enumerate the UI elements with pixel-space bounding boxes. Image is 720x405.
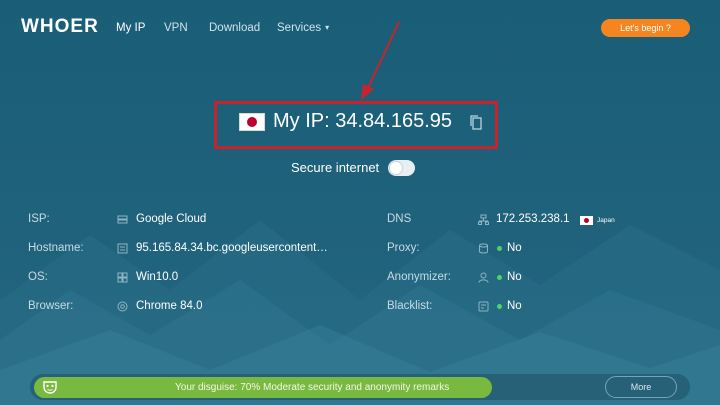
nav-my-ip[interactable]: My IP <box>116 22 145 34</box>
hostname-value: 95.165.84.34.bc.googleusercontent… <box>136 242 328 254</box>
isp-value: Google Cloud <box>136 213 207 225</box>
os-label: OS: <box>28 271 48 283</box>
nav-download[interactable]: Download <box>209 22 260 34</box>
isp-label: ISP: <box>28 213 50 225</box>
my-ip-text: My IP: 34.84.165.95 <box>273 110 453 132</box>
logo[interactable]: WHOER <box>21 16 99 38</box>
nav-services[interactable]: Services ▾ <box>277 22 329 34</box>
dns-value: 172.253.238.1 <box>496 213 570 225</box>
browser-icon <box>117 301 128 312</box>
blacklist-value: No <box>507 300 522 312</box>
japan-flag-icon <box>239 113 265 131</box>
japan-flag-icon <box>580 216 593 225</box>
blacklist-icon <box>478 301 489 312</box>
secure-internet-toggle[interactable] <box>388 160 415 176</box>
nav-services-label: Services <box>277 22 322 34</box>
secure-internet-label: Secure internet <box>291 160 380 175</box>
anonymizer-icon <box>478 272 489 283</box>
mask-icon <box>43 381 57 394</box>
host-icon <box>117 243 128 254</box>
status-dot <box>497 275 502 280</box>
status-dot <box>497 304 502 309</box>
status-dot <box>497 246 502 251</box>
blacklist-label: Blacklist: <box>387 300 433 312</box>
proxy-label: Proxy: <box>387 242 420 254</box>
browser-value: Chrome 84.0 <box>136 300 203 312</box>
anonymizer-value: No <box>507 271 522 283</box>
os-value: Win10.0 <box>136 271 179 283</box>
windows-icon <box>117 272 128 283</box>
chevron-down-icon: ▾ <box>325 23 330 32</box>
lets-begin-button[interactable]: Let's begin ? <box>601 19 690 37</box>
annotation-arrow <box>361 21 400 100</box>
proxy-icon <box>479 243 488 254</box>
server-icon <box>117 215 128 224</box>
more-button[interactable]: More <box>605 376 677 398</box>
nav-vpn[interactable]: VPN <box>164 22 188 34</box>
dns-country: Japan <box>597 217 615 224</box>
toggle-knob <box>390 162 402 174</box>
dns-icon <box>478 214 489 225</box>
anonymizer-label: Anonymizer: <box>387 271 451 283</box>
disguise-text: Your disguise: 70% Moderate security and… <box>175 382 450 393</box>
copy-icon[interactable] <box>470 115 482 130</box>
dns-label: DNS <box>387 213 412 225</box>
hostname-label: Hostname: <box>28 242 84 254</box>
browser-label: Browser: <box>28 300 74 312</box>
proxy-value: No <box>507 242 522 254</box>
